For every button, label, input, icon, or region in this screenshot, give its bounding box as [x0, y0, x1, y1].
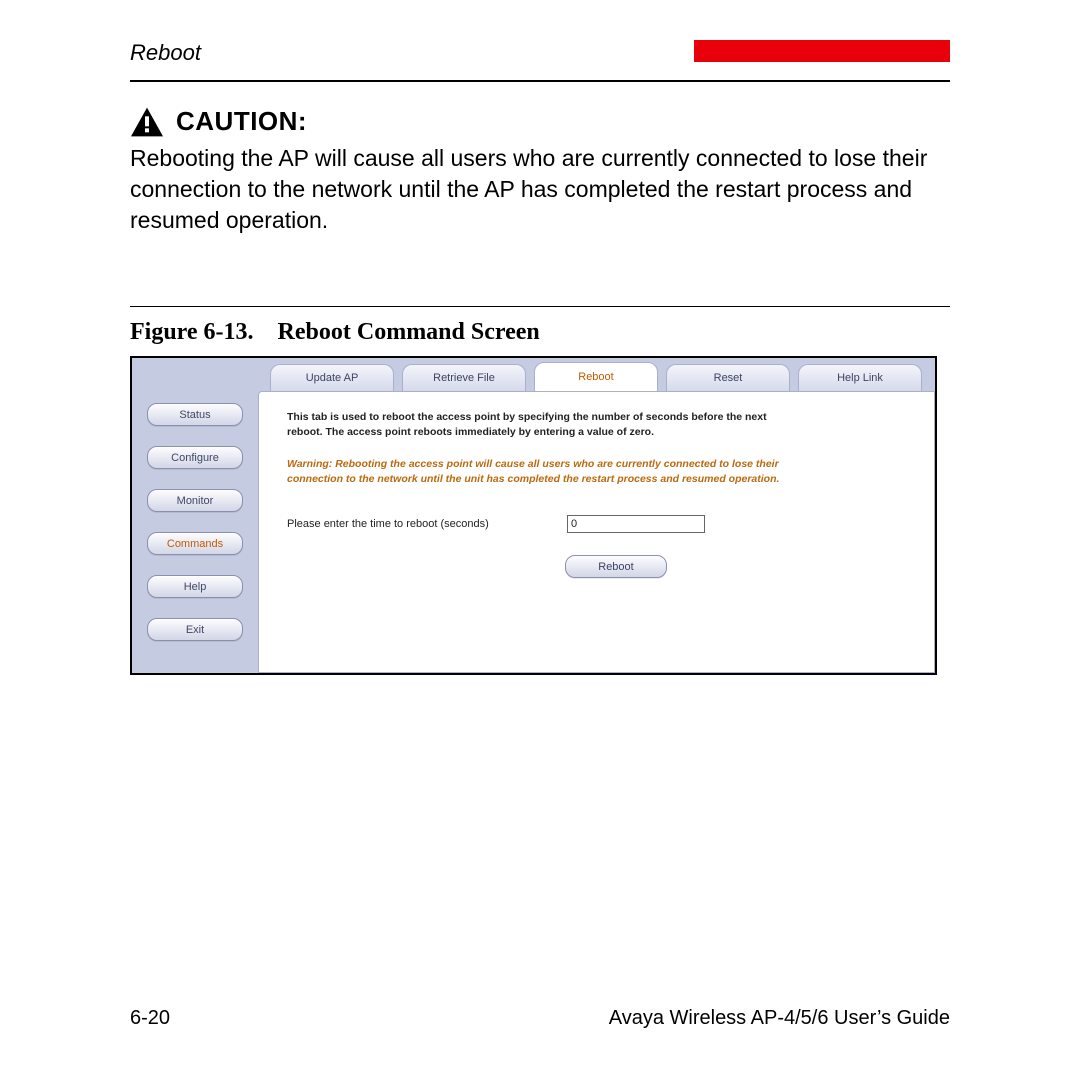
reboot-button[interactable]: Reboot [565, 555, 667, 578]
sidebar-item-monitor[interactable]: Monitor [147, 489, 243, 512]
caution-heading: CAUTION: [130, 106, 950, 137]
screenshot-main: Update AP Retrieve File Reboot Reset Hel… [258, 358, 935, 673]
sidebar-item-help[interactable]: Help [147, 575, 243, 598]
tab-retrieve-file[interactable]: Retrieve File [402, 364, 526, 391]
header-rule [130, 80, 950, 82]
tab-reset[interactable]: Reset [666, 364, 790, 391]
warning-triangle-icon [130, 107, 164, 137]
screenshot-tabs: Update AP Retrieve File Reboot Reset Hel… [258, 358, 935, 391]
screenshot-sidebar: Status Configure Monitor Commands Help E… [132, 358, 258, 673]
page-footer: 6-20 Avaya Wireless AP-4/5/6 User’s Guid… [130, 1007, 950, 1030]
header-red-bar [694, 40, 950, 62]
reboot-panel: This tab is used to reboot the access po… [258, 391, 935, 673]
reboot-command-screenshot: Status Configure Monitor Commands Help E… [130, 356, 937, 675]
section-title: Reboot [130, 40, 201, 65]
figure-caption: Figure 6-13. Reboot Command Screen [130, 319, 950, 346]
figure-rule [130, 306, 950, 307]
reboot-button-row: Reboot [287, 555, 914, 578]
reboot-time-input[interactable]: 0 [567, 515, 705, 533]
caution-label: CAUTION: [176, 106, 307, 137]
sidebar-item-commands[interactable]: Commands [147, 532, 243, 555]
sidebar-item-exit[interactable]: Exit [147, 618, 243, 641]
reboot-warning: Warning: Rebooting the access point will… [287, 457, 797, 487]
document-title: Avaya Wireless AP-4/5/6 User’s Guide [609, 1007, 950, 1030]
reboot-description: This tab is used to reboot the access po… [287, 410, 797, 440]
document-page: Reboot CAUTION: Rebooting the AP will ca… [0, 0, 1080, 1080]
sidebar-item-status[interactable]: Status [147, 403, 243, 426]
page-header: Reboot [130, 40, 950, 76]
page-number: 6-20 [130, 1007, 170, 1030]
sidebar-item-configure[interactable]: Configure [147, 446, 243, 469]
reboot-time-label: Please enter the time to reboot (seconds… [287, 518, 567, 530]
tab-help-link[interactable]: Help Link [798, 364, 922, 391]
caution-body: Rebooting the AP will cause all users wh… [130, 143, 950, 236]
tab-update-ap[interactable]: Update AP [270, 364, 394, 391]
reboot-input-row: Please enter the time to reboot (seconds… [287, 515, 914, 533]
tab-reboot[interactable]: Reboot [534, 362, 658, 391]
